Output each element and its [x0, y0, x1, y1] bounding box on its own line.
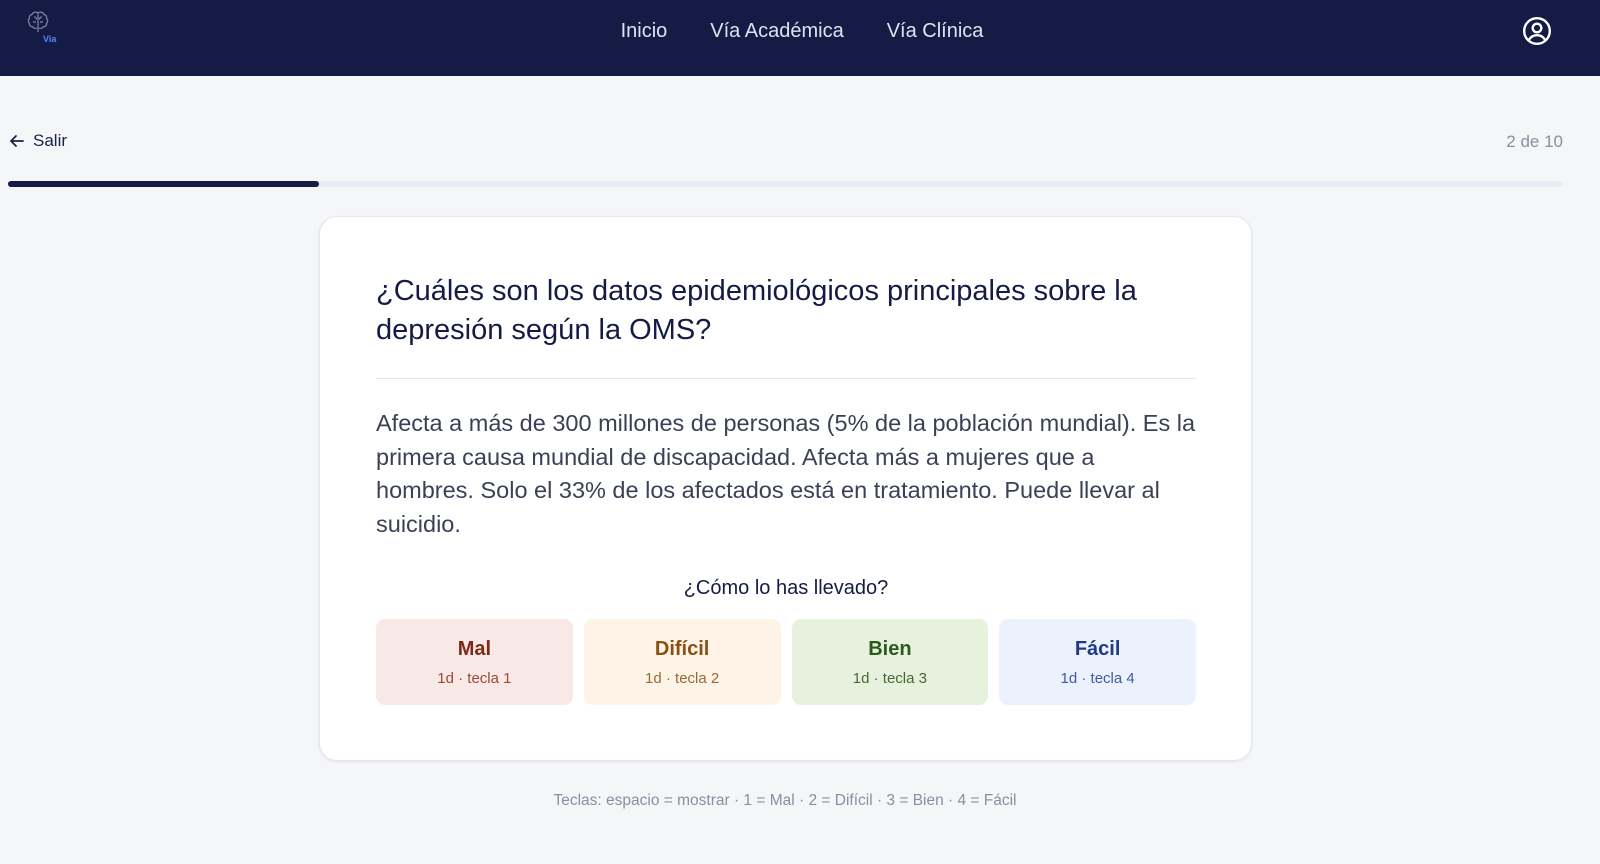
keyboard-hint: Teclas: espacio = mostrar · 1 = Mal · 2 …: [553, 792, 1017, 809]
rating-button-facil[interactable]: Fácil 1d · tecla 4: [999, 619, 1196, 705]
progress-bar-fill: [8, 181, 319, 187]
brain-logo[interactable]: Via: [26, 10, 62, 46]
account-button[interactable]: [1522, 16, 1552, 46]
main-nav: Inicio Vía Académica Vía Clínica: [0, 0, 1600, 62]
rating-prompt: ¿Cómo lo has llevado?: [683, 577, 889, 599]
brain-icon: [27, 11, 49, 32]
arrow-left-icon: [10, 135, 24, 147]
rating-interval: 1d · tecla 4: [1060, 669, 1135, 687]
rating-label: Bien: [868, 637, 912, 660]
card-divider: [376, 378, 1196, 379]
rating-interval: 1d · tecla 1: [437, 669, 512, 687]
logo-text: Via: [43, 34, 57, 44]
card-answer: Afecta a más de 300 millones de personas…: [376, 410, 1196, 537]
rating-label: Difícil: [654, 637, 710, 660]
rating-label: Fácil: [1074, 637, 1121, 660]
rating-interval: 1d · tecla 3: [852, 669, 927, 687]
progress-bar: [8, 181, 1563, 187]
user-circle-icon: [1522, 16, 1552, 46]
nav-item-via-clinica[interactable]: Vía Clínica: [883, 20, 984, 43]
rating-button-bien[interactable]: Bien 1d · tecla 3: [791, 619, 989, 705]
rating-interval: 1d · tecla 2: [645, 669, 720, 687]
card-counter: 2 de 10: [1506, 132, 1563, 151]
nav-item-via-academica[interactable]: Vía Académica: [706, 20, 843, 43]
rating-button-dificil[interactable]: Difícil 1d · tecla 2: [583, 619, 781, 705]
flashcard: ¿Cuáles son los datos epidemiológicos pr…: [319, 216, 1252, 761]
rating-button-mal[interactable]: Mal 1d · tecla 1: [376, 619, 573, 705]
top-navbar: Via Inicio Vía Académica Vía Clínica: [0, 0, 1600, 76]
rating-buttons: Mal 1d · tecla 1 Difícil 1d · tecla 2 Bi…: [376, 619, 1196, 705]
exit-label: Salir: [33, 131, 68, 150]
card-question: ¿Cuáles son los datos epidemiológicos pr…: [376, 275, 1137, 346]
exit-button[interactable]: Salir: [9, 131, 67, 151]
rating-label: Mal: [457, 637, 492, 660]
nav-item-inicio[interactable]: Inicio: [617, 20, 668, 43]
